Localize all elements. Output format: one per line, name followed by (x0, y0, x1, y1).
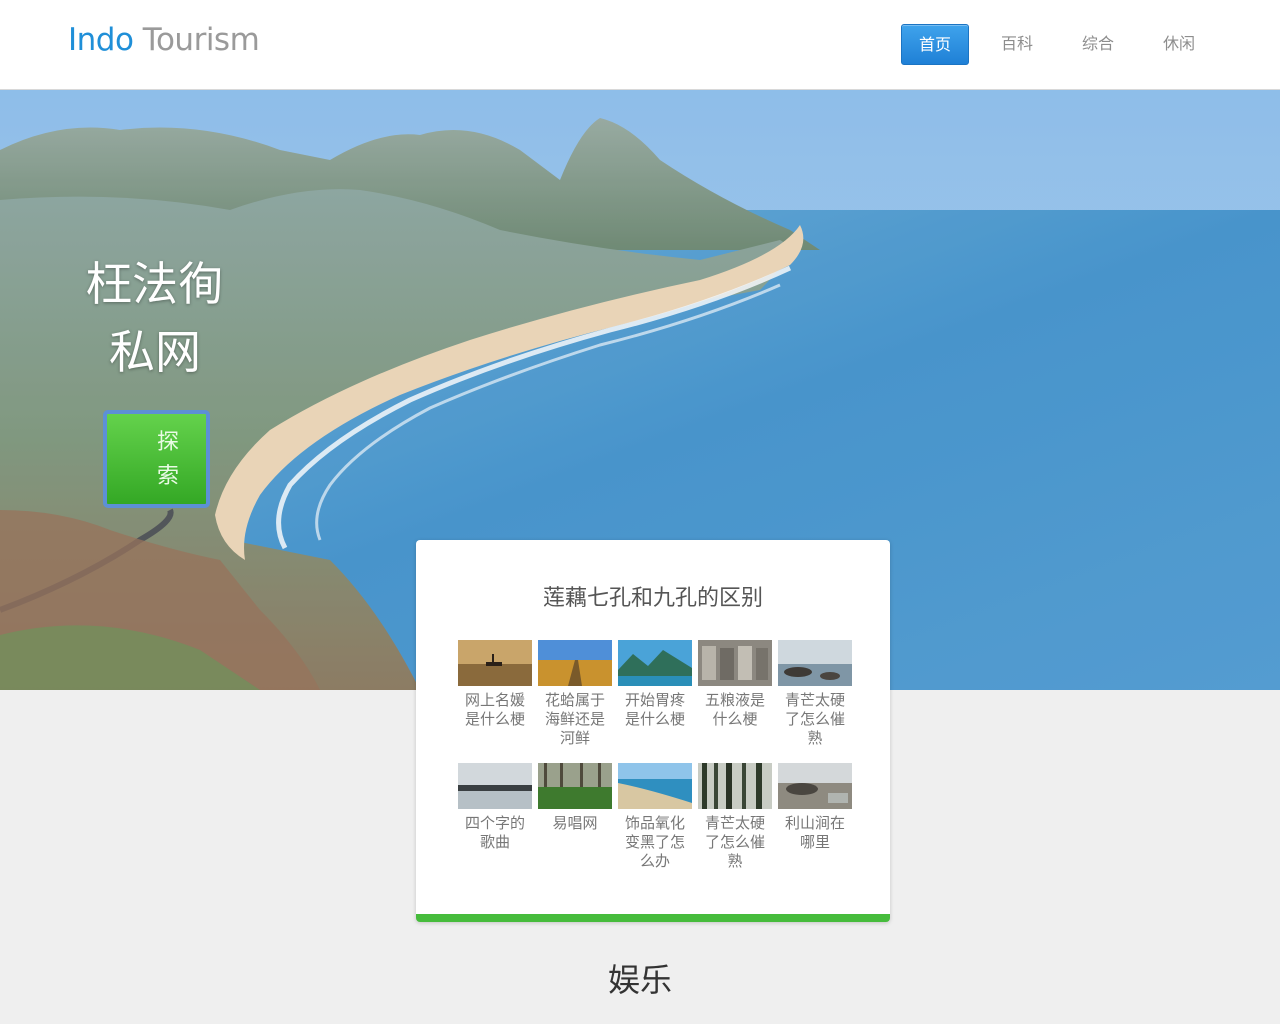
explore-button-label: 探索 (157, 430, 180, 489)
article-item[interactable]: 青芒太硬了怎么催熟 (695, 763, 775, 886)
hero-title: 枉法徇私网 (86, 257, 224, 379)
site-header: Indo Tourism 首页 百科 综合 休闲 (0, 0, 1280, 90)
misty-lake-thumbnail (458, 763, 532, 809)
article-item[interactable]: 五粮液是什么梗 (695, 640, 775, 763)
article-item[interactable]: 易唱网 (535, 763, 615, 886)
article-row: 网上名媛是什么梗 花蛤属于海鲜还是河鲜 开始胃疼是什么梗 五粮液是什么梗 青芒太… (455, 640, 855, 763)
nav-item-encyclopedia[interactable]: 百科 (984, 24, 1050, 63)
nav-item-leisure[interactable]: 休闲 (1146, 24, 1212, 63)
article-row: 四个字的歌曲 易唱网 饰品氧化变黑了怎么办 青芒太硬了怎么催熟 利山涧在哪里 (455, 763, 855, 886)
site-logo[interactable]: Indo Tourism (68, 22, 260, 58)
stone-relief-thumbnail (698, 640, 772, 686)
mountain-lake-thumbnail (618, 640, 692, 686)
logo-text-primary: Indo (68, 22, 134, 58)
article-grid: 网上名媛是什么梗 花蛤属于海鲜还是河鲜 开始胃疼是什么梗 五粮液是什么梗 青芒太… (455, 640, 855, 886)
article-item[interactable]: 四个字的歌曲 (455, 763, 535, 886)
rocky-shore-thumbnail (778, 763, 852, 809)
coastline-thumbnail (618, 763, 692, 809)
explore-button[interactable]: 探索 (103, 410, 210, 508)
nav-item-home[interactable]: 首页 (900, 24, 969, 65)
article-caption: 花蛤属于海鲜还是河鲜 (544, 691, 605, 747)
section-title: 娱乐 (607, 961, 672, 999)
forest-meadow-thumbnail (538, 763, 612, 809)
card-title: 莲藕七孔和九孔的区别 (542, 586, 763, 611)
rocky-seashore-thumbnail (778, 640, 852, 686)
article-caption: 易唱网 (552, 814, 598, 832)
desert-road-thumbnail (538, 640, 612, 686)
pine-forest-thumbnail (698, 763, 772, 809)
article-caption: 网上名媛是什么梗 (464, 691, 525, 728)
logo-text-secondary: Tourism (142, 22, 260, 58)
article-item[interactable]: 花蛤属于海鲜还是河鲜 (535, 640, 615, 763)
featured-card: 莲藕七孔和九孔的区别 网上名媛是什么梗 花蛤属于海鲜还是河鲜 开始胃疼是什么梗 … (416, 540, 890, 922)
main-nav: 首页 百科 综合 休闲 (886, 24, 1212, 65)
nav-item-general[interactable]: 综合 (1065, 24, 1131, 63)
article-caption: 利山涧在哪里 (784, 814, 845, 851)
article-item[interactable]: 青芒太硬了怎么催熟 (775, 640, 855, 763)
article-item[interactable]: 开始胃疼是什么梗 (615, 640, 695, 763)
article-caption: 开始胃疼是什么梗 (624, 691, 685, 728)
article-caption: 青芒太硬了怎么催熟 (784, 691, 845, 747)
article-caption: 饰品氧化变黑了怎么办 (624, 814, 685, 870)
article-caption: 五粮液是什么梗 (704, 691, 765, 728)
article-caption: 青芒太硬了怎么催熟 (704, 814, 765, 870)
article-caption: 四个字的歌曲 (464, 814, 525, 851)
article-item[interactable]: 饰品氧化变黑了怎么办 (615, 763, 695, 886)
article-item[interactable]: 网上名媛是什么梗 (455, 640, 535, 763)
boat-sunset-thumbnail (458, 640, 532, 686)
article-item[interactable]: 利山涧在哪里 (775, 763, 855, 886)
